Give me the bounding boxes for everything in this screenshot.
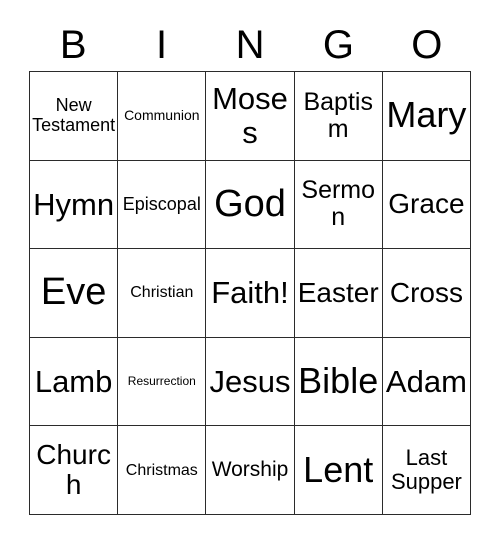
bingo-cell-label: Lamb xyxy=(34,363,113,399)
bingo-cell-label: Christian xyxy=(130,284,194,302)
bingo-cell[interactable]: Baptism xyxy=(294,72,383,161)
bingo-cell-label: Baptism xyxy=(303,87,373,143)
bingo-cell-label: Moses xyxy=(212,81,288,150)
bingo-cell[interactable]: Lent xyxy=(294,426,383,515)
bingo-cell[interactable]: Moses xyxy=(206,72,295,161)
bingo-cell-label: Episcopal xyxy=(122,193,201,214)
bingo-cell[interactable]: Grace xyxy=(382,160,472,250)
bingo-row: New Testament Communion Moses Baptism Ma… xyxy=(30,72,472,161)
bingo-cell[interactable]: Easter xyxy=(294,249,383,338)
bingo-cell-label: Adam xyxy=(385,363,467,399)
bingo-header-letter-n: N xyxy=(235,22,265,67)
bingo-cell[interactable]: Hymn xyxy=(30,160,119,250)
bingo-header-letter-i: I xyxy=(156,22,168,67)
bingo-cell-label: Worship xyxy=(211,457,289,481)
bingo-cell[interactable]: Christmas xyxy=(118,426,207,515)
bingo-cell[interactable]: Last Supper xyxy=(382,426,472,515)
bingo-cell-label: Christmas xyxy=(125,461,198,479)
bingo-header-row: B I N G O xyxy=(29,18,471,71)
bingo-cell-label: Bible xyxy=(298,360,379,402)
bingo-cell-label: God xyxy=(214,182,286,225)
bingo-cell-label: Communion xyxy=(124,107,200,124)
bingo-header-letter-o: O xyxy=(411,22,443,67)
bingo-cell[interactable]: Bible xyxy=(294,337,383,427)
bingo-cell[interactable]: Cross xyxy=(382,249,472,338)
bingo-row: Lamb Resurrection Jesus Bible Adam xyxy=(30,337,472,427)
bingo-cell[interactable]: Adam xyxy=(382,337,472,427)
bingo-row: Eve Christian Faith! Easter Cross xyxy=(30,249,472,338)
bingo-cell[interactable]: Eve xyxy=(30,249,119,338)
bingo-cell-label: Lent xyxy=(303,448,374,490)
bingo-header-letter-b: B xyxy=(59,22,87,67)
bingo-cell[interactable]: Christian xyxy=(118,249,207,338)
bingo-cell-label: Sermon xyxy=(301,176,376,232)
bingo-cell-label: Mary xyxy=(386,94,467,136)
bingo-cell[interactable]: Lamb xyxy=(30,337,119,427)
bingo-cell[interactable]: God xyxy=(206,160,295,250)
bingo-cell[interactable]: Worship xyxy=(206,426,295,515)
bingo-cell[interactable]: Faith! xyxy=(206,249,295,338)
bingo-cell-label: Easter xyxy=(297,276,379,308)
bingo-cell-label: Hymn xyxy=(33,186,115,222)
bingo-cell-label: Resurrection xyxy=(127,374,196,389)
bingo-cell-label: Jesus xyxy=(209,363,291,399)
bingo-cell-label: Grace xyxy=(388,188,465,220)
bingo-grid: New Testament Communion Moses Baptism Ma… xyxy=(29,71,472,515)
bingo-cell[interactable]: Episcopal xyxy=(118,160,207,250)
bingo-cell[interactable]: Communion xyxy=(118,72,207,161)
bingo-cell[interactable]: New Testament xyxy=(30,72,119,161)
bingo-cell-label: Eve xyxy=(40,271,107,314)
bingo-cell[interactable]: Jesus xyxy=(206,337,295,427)
bingo-cell-label: Church xyxy=(36,438,111,501)
bingo-row: Church Christmas Worship Lent Last Suppe… xyxy=(30,426,472,515)
bingo-cell[interactable]: Resurrection xyxy=(118,337,207,427)
bingo-cell-label: Cross xyxy=(389,276,463,308)
bingo-cell-label: New Testament xyxy=(32,95,116,135)
bingo-row: Hymn Episcopal God Sermon Grace xyxy=(30,160,472,250)
bingo-cell[interactable]: Mary xyxy=(382,72,472,161)
bingo-card: B I N G O New Testament Communion Moses … xyxy=(0,0,500,544)
bingo-cell-label: Faith! xyxy=(211,275,289,311)
bingo-cell[interactable]: Sermon xyxy=(294,160,383,250)
bingo-cell[interactable]: Church xyxy=(30,426,119,515)
bingo-header-letter-g: G xyxy=(322,22,354,67)
bingo-cell-label: Last Supper xyxy=(390,445,462,495)
